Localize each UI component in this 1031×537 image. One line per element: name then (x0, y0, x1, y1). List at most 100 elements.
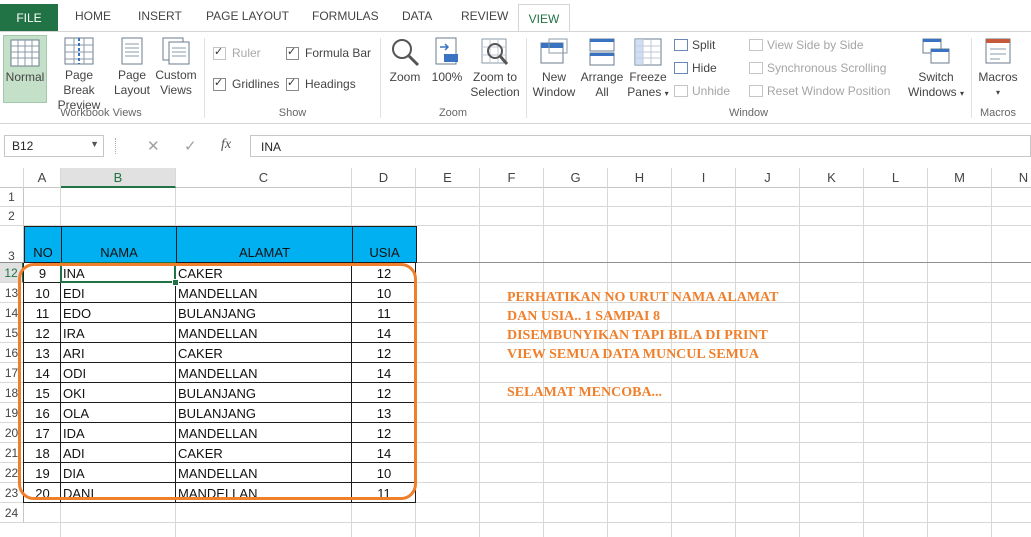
tab-data[interactable]: DATA (402, 9, 432, 23)
zoom-selection-label-1: Zoom to (472, 70, 517, 84)
formula-bar-check-icon (286, 45, 299, 60)
zoom-to-selection-button[interactable]: Zoom to Selection (468, 37, 522, 100)
tab-review[interactable]: REVIEW (461, 9, 508, 23)
reset-window-position-button[interactable]: Reset Window Position (749, 84, 890, 98)
insert-function-icon[interactable]: fx (221, 137, 231, 153)
annotation-line-5: SELAMAT MENCOBA... (507, 385, 663, 400)
switch-windows-label-1: Switch (918, 70, 954, 84)
column-header-d[interactable]: D (352, 168, 416, 188)
column-header-e[interactable]: E (416, 168, 480, 188)
chevron-down-icon: ▼ (90, 139, 99, 149)
synchronous-scrolling-button[interactable]: Synchronous Scrolling (749, 61, 886, 75)
zoom-label: Zoom (389, 70, 421, 84)
header-no[interactable]: NO (24, 226, 62, 263)
tab-home[interactable]: HOME (75, 9, 111, 23)
macros-button[interactable]: Macros ▾ (975, 37, 1021, 100)
page-break-preview-button[interactable]: Page Break Preview (50, 37, 108, 113)
hide-label: Hide (692, 61, 717, 75)
enter-icon[interactable]: ✓ (184, 137, 197, 155)
header-alamat[interactable]: ALAMAT (176, 226, 353, 263)
annotation-outline (18, 263, 417, 500)
unhide-button[interactable]: Unhide (674, 84, 730, 98)
annotation-line-4: VIEW SEMUA DATA MUNCUL SEMUA (507, 347, 760, 362)
column-header-c[interactable]: C (176, 168, 352, 188)
sync-scroll-label: Synchronous Scrolling (767, 61, 887, 75)
tab-file[interactable]: FILE (0, 4, 58, 32)
column-header-f[interactable]: F (480, 168, 544, 188)
chevron-down-icon: ▾ (664, 89, 669, 98)
formula-bar-label: Formula Bar (305, 46, 372, 60)
window-group-label: Window (728, 107, 769, 119)
column-header-b[interactable]: B (61, 168, 176, 188)
macros-group-label: Macros (979, 107, 1017, 119)
row-header-3[interactable]: 3 (0, 226, 24, 263)
gridlines-checkbox[interactable]: Gridlines (213, 76, 279, 91)
page-layout-icon (121, 37, 143, 65)
ruler-checkbox[interactable]: Ruler (213, 45, 261, 60)
page-break-icon (64, 37, 94, 65)
freeze-panes-label-text: Panes (627, 85, 662, 99)
annotation-line-1: PERHATIKAN NO URUT NAMA ALAMAT (507, 290, 779, 305)
column-header-l[interactable]: L (864, 168, 928, 188)
macros-icon (985, 38, 1011, 64)
switch-windows-icon (922, 38, 950, 64)
normal-view-button[interactable]: Normal (3, 35, 47, 103)
new-window-label-2: Window (532, 85, 576, 99)
annotation-line-2: DAN USIA.. 1 SAMPAI 8 (507, 309, 660, 324)
magnifier-icon (392, 39, 420, 67)
hide-button[interactable]: Hide (674, 61, 717, 75)
header-nama[interactable]: NAMA (61, 226, 177, 263)
macros-label: Macros (978, 70, 1018, 84)
workbook-views-group-label: Workbook Views (60, 107, 142, 119)
page-layout-button[interactable]: Page Layout (112, 37, 152, 98)
tab-view[interactable]: VIEW (518, 4, 570, 32)
unhide-icon (674, 85, 688, 97)
ruler-check-icon (213, 45, 226, 60)
header-usia[interactable]: USIA (352, 226, 417, 263)
column-header-k[interactable]: K (800, 168, 864, 188)
formula-bar-grip (115, 138, 118, 154)
column-header-m[interactable]: M (928, 168, 992, 188)
new-window-button[interactable]: New Window (531, 37, 577, 100)
headings-check-icon (286, 76, 299, 91)
page-layout-label-2: Layout (113, 83, 151, 97)
custom-views-icon (162, 37, 190, 65)
cancel-icon[interactable]: ✕ (147, 137, 160, 155)
ribbon: Normal Page Break Preview Page Layout Cu… (0, 31, 1031, 124)
gridline-column (927, 188, 928, 537)
headings-checkbox[interactable]: Headings (286, 76, 356, 91)
gridline-column (863, 188, 864, 537)
switch-windows-button[interactable]: Switch Windows ▾ (904, 37, 968, 101)
freeze-panes-button[interactable]: Freeze Panes ▾ (626, 37, 670, 101)
column-header-j[interactable]: J (736, 168, 800, 188)
custom-views-label-2: Views (160, 83, 192, 97)
row-header-1[interactable]: 1 (0, 188, 24, 207)
arrange-all-button[interactable]: Arrange All (580, 37, 624, 100)
select-all-corner[interactable] (0, 168, 24, 188)
column-header-n[interactable]: N (992, 168, 1031, 188)
view-side-by-side-button[interactable]: View Side by Side (749, 38, 864, 52)
column-header-i[interactable]: I (672, 168, 736, 188)
split-button[interactable]: Split (674, 38, 715, 52)
row-header-24[interactable]: 24 (0, 503, 24, 523)
zoom-button[interactable]: Zoom (386, 37, 424, 85)
zoom-100-button[interactable]: 100% (428, 37, 466, 85)
page-break-label-1: Page Break (63, 68, 95, 97)
formula-bar-checkbox[interactable]: Formula Bar (286, 45, 372, 60)
new-window-label-1: New (541, 70, 566, 84)
name-box[interactable]: B12 ▼ (4, 135, 104, 157)
arrange-all-icon (589, 38, 615, 66)
column-header-h[interactable]: H (608, 168, 672, 188)
unhide-label: Unhide (692, 84, 731, 98)
freeze-panes-label-2: Panes ▾ (626, 85, 670, 101)
custom-views-button[interactable]: Custom Views (154, 37, 198, 98)
tab-insert[interactable]: INSERT (138, 9, 182, 23)
column-header-a[interactable]: A (24, 168, 61, 188)
group-separator (380, 38, 381, 118)
tab-formulas[interactable]: FORMULAS (312, 9, 379, 23)
table-row-border (24, 502, 416, 503)
tab-page-layout[interactable]: PAGE LAYOUT (206, 9, 289, 23)
formula-input[interactable]: INA (250, 135, 1031, 157)
row-header-2[interactable]: 2 (0, 207, 24, 226)
column-header-g[interactable]: G (544, 168, 608, 188)
